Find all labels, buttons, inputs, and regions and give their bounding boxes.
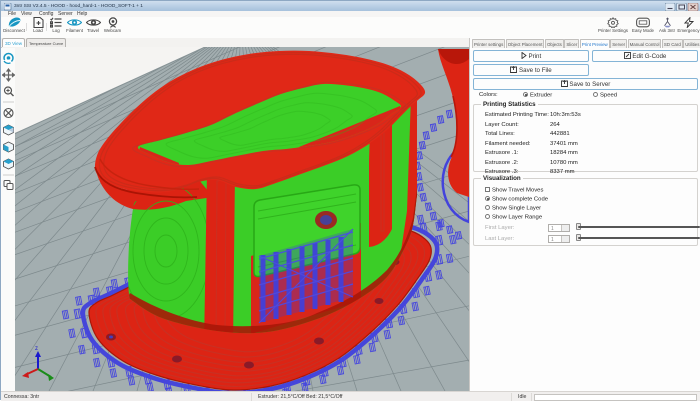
svg-text:z: z <box>35 346 38 352</box>
